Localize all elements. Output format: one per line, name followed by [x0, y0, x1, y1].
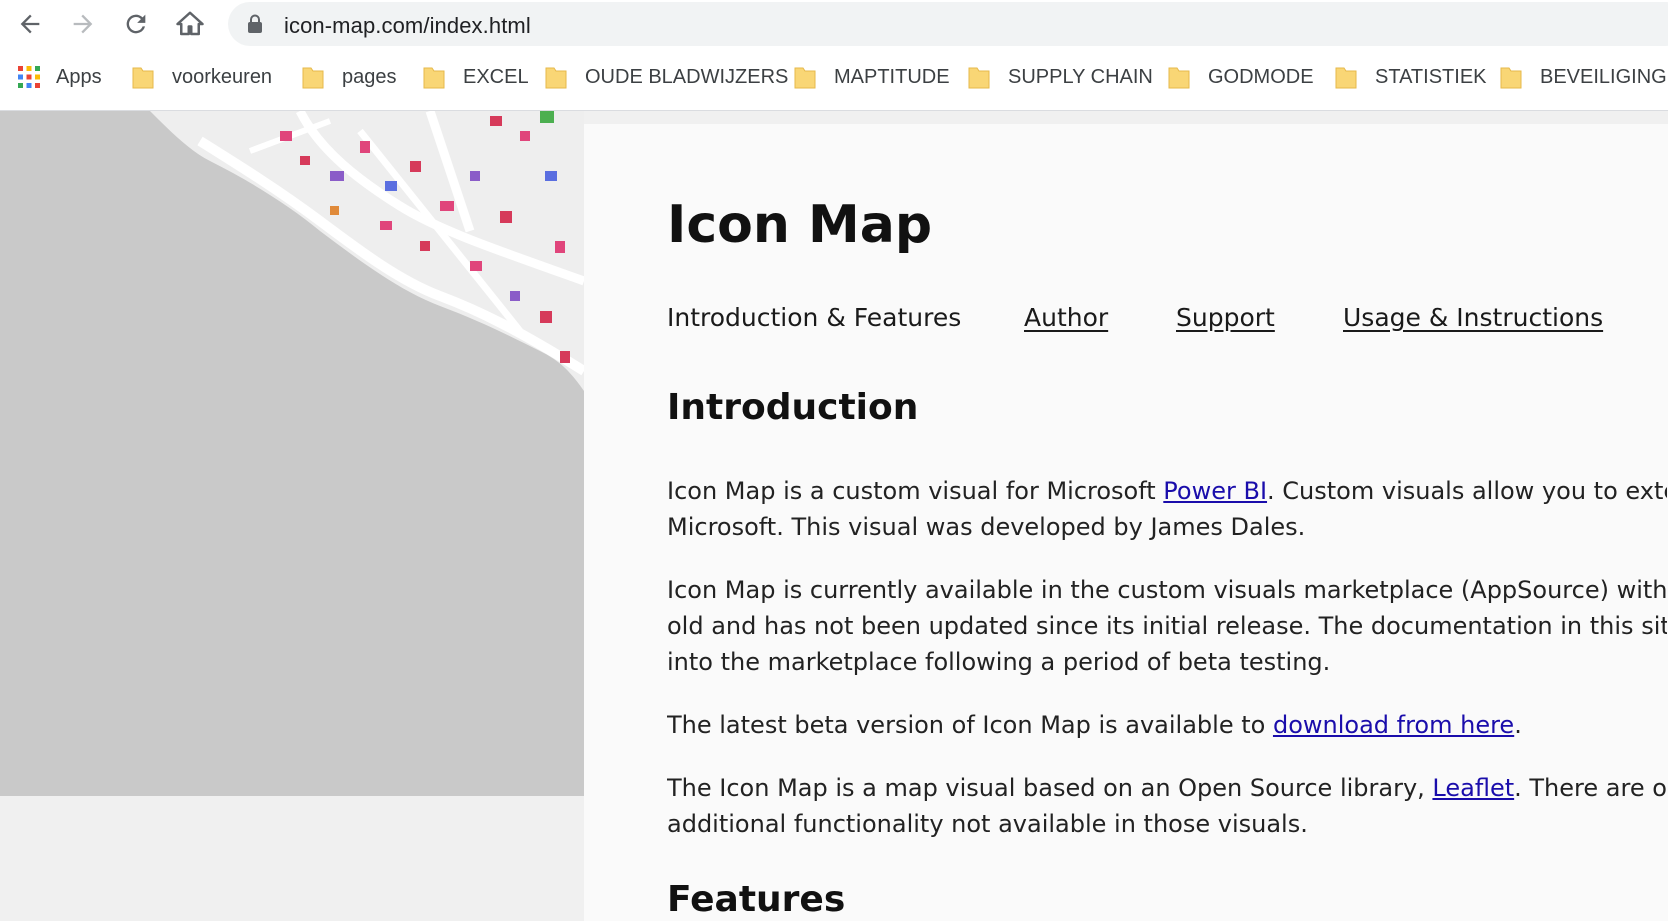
introduction-heading: Introduction — [667, 387, 919, 428]
bookmark-label: MAPTITUDE — [834, 65, 950, 88]
url-text: icon-map.com/index.html — [284, 13, 531, 38]
text: . — [1514, 711, 1522, 739]
apps-grid-icon — [18, 66, 40, 88]
nav-usage-instructions[interactable]: Usage & Instructions — [1343, 303, 1603, 332]
arrow-right-icon — [73, 14, 93, 34]
nav-introduction-features[interactable]: Introduction & Features — [667, 303, 961, 332]
paragraph-4: The Icon Map is a map visual based on an… — [667, 770, 1667, 842]
main-content: Icon Map Introduction & Features Author … — [667, 111, 1668, 921]
text: . Custom visuals allow you to exter — [1267, 477, 1667, 505]
folder-icon — [545, 67, 567, 89]
text: old and has not been updated since its i… — [667, 612, 1667, 640]
bookmark-label: EXCEL — [463, 65, 529, 88]
text: . There are othe — [1514, 774, 1667, 802]
forward-button[interactable] — [65, 6, 101, 42]
reload-icon — [126, 14, 146, 34]
bookmark-label: STATISTIEK — [1375, 65, 1487, 88]
bookmark-voorkeuren[interactable]: voorkeuren — [132, 62, 272, 92]
bookmark-label: Apps — [56, 65, 102, 88]
folder-icon — [968, 67, 990, 89]
folder-icon — [302, 67, 324, 89]
paragraph-1: Icon Map is a custom visual for Microsof… — [667, 473, 1667, 545]
bookmark-label: OUDE BLADWIJZERS — [585, 65, 789, 88]
bookmark-oude-bladwijzers[interactable]: OUDE BLADWIJZERS — [545, 62, 788, 92]
text: The latest beta version of Icon Map is a… — [667, 711, 1273, 739]
home-icon — [176, 11, 204, 36]
bookmark-beveiliging[interactable]: BEVEILIGING — [1500, 62, 1667, 92]
folder-icon — [1500, 67, 1522, 89]
bookmark-pages[interactable]: pages — [302, 62, 397, 92]
back-button[interactable] — [12, 6, 48, 42]
bookmark-label: GODMODE — [1208, 65, 1314, 88]
power-bi-link[interactable]: Power BI — [1163, 477, 1267, 505]
bookmark-label: SUPPLY CHAIN — [1008, 65, 1153, 88]
bookmark-supply-chain[interactable]: SUPPLY CHAIN — [968, 62, 1153, 92]
bookmark-statistiek[interactable]: STATISTIEK — [1335, 62, 1487, 92]
lock-icon — [248, 14, 262, 33]
browser-toolbar: icon-map.com/index.html — [0, 0, 1668, 48]
bookmark-label: pages — [342, 65, 397, 88]
bookmark-label: BEVEILIGING — [1540, 65, 1667, 88]
map-panel[interactable] — [0, 111, 584, 796]
paragraph-3: The latest beta version of Icon Map is a… — [667, 707, 1667, 743]
download-link[interactable]: download from here — [1273, 711, 1514, 739]
folder-icon — [132, 67, 154, 89]
bookmarks-bar: Apps voorkeuren pages EXCEL OUDE BLADWIJ… — [0, 48, 1668, 111]
reload-button[interactable] — [118, 6, 154, 42]
arrow-left-icon — [20, 14, 40, 34]
folder-icon — [794, 67, 816, 89]
text: into the marketplace following a period … — [667, 648, 1331, 676]
paragraph-2: Icon Map is currently available in the c… — [667, 572, 1667, 680]
text: Microsoft. This visual was developed by … — [667, 513, 1306, 541]
bookmark-apps[interactable]: Apps — [18, 62, 102, 92]
bookmark-excel[interactable]: EXCEL — [423, 62, 529, 92]
text: The Icon Map is a map visual based on an… — [667, 774, 1433, 802]
features-heading: Features — [667, 879, 846, 920]
address-bar[interactable]: icon-map.com/index.html — [228, 2, 1668, 46]
home-button[interactable] — [172, 6, 208, 42]
bookmark-godmode[interactable]: GODMODE — [1168, 62, 1314, 92]
bookmark-maptitude[interactable]: MAPTITUDE — [794, 62, 950, 92]
text: Icon Map is currently available in the c… — [667, 576, 1667, 604]
leaflet-link[interactable]: Leaflet — [1432, 774, 1514, 802]
folder-icon — [1168, 67, 1190, 89]
web-page: Icon Map Introduction & Features Author … — [0, 111, 1668, 921]
folder-icon — [1335, 67, 1357, 89]
nav-author[interactable]: Author — [1024, 303, 1108, 332]
bookmark-label: voorkeuren — [172, 65, 273, 88]
map-image — [150, 111, 584, 391]
nav-support[interactable]: Support — [1176, 303, 1275, 332]
folder-icon — [423, 67, 445, 89]
text: Icon Map is a custom visual for Microsof… — [667, 477, 1164, 505]
page-title: Icon Map — [667, 195, 933, 255]
text: additional functionality not available i… — [667, 810, 1308, 838]
